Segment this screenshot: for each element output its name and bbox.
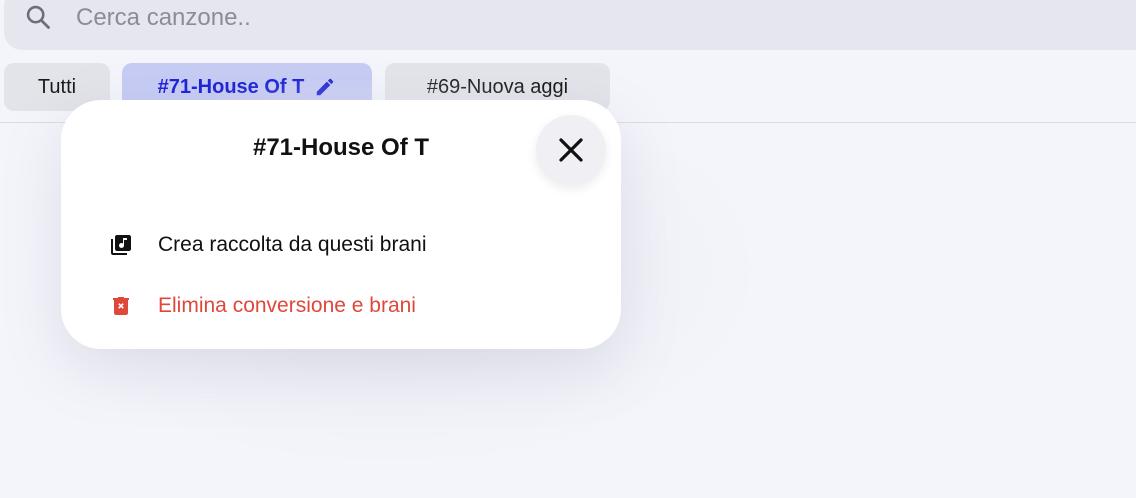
search-bar — [4, 0, 1136, 50]
search-icon — [26, 5, 50, 29]
close-icon — [559, 138, 583, 162]
close-button[interactable] — [536, 115, 606, 185]
create-collection-button[interactable]: Crea raccolta da questi brani — [109, 227, 426, 263]
app-screen: Tutti #71-House Of T #69-Nuova aggi #71-… — [0, 0, 1136, 498]
playlist-options-popover: #71-House Of T Crea raccolta da questi b… — [61, 100, 621, 349]
menu-item-label: Crea raccolta da questi brani — [158, 233, 427, 256]
trash-icon — [113, 297, 129, 315]
search-input[interactable] — [76, 0, 676, 36]
tab-label: Tutti — [37, 75, 77, 98]
menu-item-label: Elimina conversione e brani — [158, 294, 416, 317]
library-music-icon — [111, 235, 131, 255]
delete-conversion-button[interactable]: Elimina conversione e brani — [109, 288, 416, 324]
